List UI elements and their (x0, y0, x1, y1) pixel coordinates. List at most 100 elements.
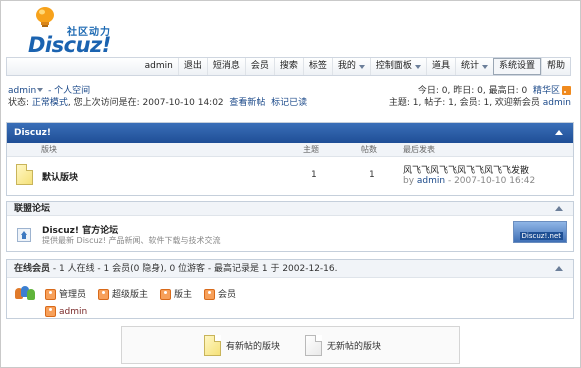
union-header: 联盟论坛 (7, 202, 573, 216)
yesterday-label: , 昨日: (447, 86, 478, 96)
nav-item[interactable]: 会员 (244, 58, 274, 75)
chevron-down-icon[interactable] (414, 64, 421, 69)
nav-item-label: 短消息 (212, 61, 240, 71)
group-legend: 管理员 超级版主 版主 会员 (15, 286, 236, 300)
status-line: 状态: 正常模式, 您上次访问是在: 2007-10-10 14:02 查看新帖… (8, 97, 307, 109)
max-label: , 最高日: (482, 86, 522, 96)
nav-item[interactable]: admin (140, 58, 178, 75)
username-link[interactable]: admin (8, 86, 36, 96)
legend-nonew: 无新帖的版块 (305, 335, 381, 356)
union-forum-desc: 提供最新 Discuz! 产品新闻、软件下载与技术交流 (42, 236, 221, 245)
nav-item[interactable]: 退出 (177, 58, 207, 75)
nav-item[interactable]: 标签 (302, 58, 332, 75)
digest-link[interactable]: 精华区 (533, 86, 560, 96)
mod-group-icon (160, 288, 172, 300)
collapse-icon[interactable] (555, 130, 563, 135)
nav-item-label: 标签 (308, 61, 327, 71)
new-posts-icon (204, 335, 221, 356)
nav-item-label: 帮助 (546, 61, 565, 71)
newest-member-link[interactable]: admin (543, 98, 571, 108)
online-header: 在线会员 - 1 人在线 - 1 会员(0 隐身), 0 位游客 - 最高记录是… (7, 260, 573, 278)
group-member: 会员 (218, 289, 237, 300)
stats-line-1: 今日: 0, 昨日: 0, 最高日: 0 精华区 (389, 85, 571, 97)
members-label: , 会员: (453, 98, 484, 108)
chevron-down-icon[interactable] (358, 64, 365, 69)
online-title: 在线会员 (14, 264, 51, 274)
icon-legend: 有新帖的版块 无新帖的版块 (121, 326, 460, 364)
nav-item-label: 搜索 (279, 61, 298, 71)
legend-new: 有新帖的版块 (204, 335, 280, 356)
collapse-icon[interactable] (555, 266, 563, 271)
nav-item-label: 会员 (250, 61, 269, 71)
nav-item-label: 统计 (460, 61, 479, 71)
user-info: admin - 个人空间 状态: 正常模式, 您上次访问是在: 2007-10-… (8, 85, 307, 109)
last-post-meta: by admin - 2007-10-10 16:42 (403, 176, 535, 186)
nav-item[interactable]: 搜索 (273, 58, 303, 75)
online-summary: - 1 人在线 - 1 会员(0 隐身), 0 位游客 - 最高记录是 1 于 … (50, 264, 338, 274)
mode-link[interactable]: 正常模式 (32, 98, 68, 108)
member-group-icon (204, 288, 216, 300)
group-admin: 管理员 (59, 289, 87, 300)
nav-item[interactable]: 短消息 (206, 58, 245, 75)
rss-icon[interactable] (562, 86, 571, 95)
group-mod: 版主 (174, 289, 193, 300)
online-user-link[interactable]: admin (59, 307, 87, 317)
logo-wordmark: Discuz! (28, 33, 111, 57)
status-prefix: 状态: (8, 98, 32, 108)
stats-line-2: 主题: 1, 帖子: 1, 会员: 1, 欢迎新会员 admin (389, 97, 571, 109)
online-members: 在线会员 - 1 人在线 - 1 会员(0 隐身), 0 位游客 - 最高记录是… (6, 259, 574, 319)
nav-item-label: 我的 (337, 61, 356, 71)
union-title: 联盟论坛 (14, 204, 51, 214)
threads-label: 主题: (388, 98, 413, 108)
online-user-item: admin (45, 306, 87, 317)
nav-item[interactable]: 我的 (331, 58, 370, 75)
category-title[interactable]: Discuz! (14, 128, 51, 138)
nav-item[interactable]: 控制面板 (369, 58, 426, 75)
nav-item[interactable]: 统计 (454, 58, 493, 75)
category-header: Discuz! (7, 123, 573, 143)
no-new-posts-icon (305, 335, 322, 356)
nav-item-label: 控制面板 (375, 61, 412, 71)
posts-label: , 帖子: (418, 98, 449, 108)
last-post-time: - 2007-10-10 16:42 (445, 176, 536, 186)
mark-read-link[interactable]: 标记已读 (271, 98, 307, 108)
group-supermod: 超级版主 (112, 289, 149, 300)
last-visit-text: , 您上次访问是在: (67, 98, 143, 108)
column-threads: 主题 (303, 145, 319, 154)
new-posts-forum-icon (16, 164, 33, 185)
union-forums: 联盟论坛 Discuz! 官方论坛 提供最新 Discuz! 产品新闻、软件下载… (6, 201, 574, 252)
nav-item-label: 系统设置 (498, 61, 535, 71)
nav-item-label: admin (144, 61, 173, 71)
lightbulb-icon (36, 7, 54, 27)
max-count: 0 (521, 86, 528, 96)
nav-item-label: 道具 (431, 61, 450, 71)
forum-posts: 1 (369, 170, 375, 180)
discuz-logo[interactable]: 社区动力 Discuz! (28, 6, 148, 57)
personal-space-link[interactable]: - 个人空间 (48, 86, 90, 96)
last-post-title-link[interactable]: 风飞飞风飞飞风飞飞风飞飞发散 (403, 163, 529, 176)
nav-item[interactable]: 帮助 (540, 58, 570, 75)
nav-item[interactable]: 道具 (425, 58, 455, 75)
chevron-down-icon[interactable] (481, 64, 488, 69)
forum-threads: 1 (311, 170, 317, 180)
forum-name-link[interactable]: 默认版块 (42, 170, 78, 183)
column-forum: 版块 (41, 145, 57, 154)
column-headers: 版块 主题 帖数 最后发表 (7, 143, 573, 157)
home-icon (17, 228, 31, 242)
collapse-icon[interactable] (555, 206, 563, 211)
view-new-posts-link[interactable]: 查看新帖 (229, 98, 265, 108)
supermod-group-icon (98, 288, 110, 300)
user-line: admin - 个人空间 (8, 85, 307, 97)
last-post-author-link[interactable]: admin (417, 176, 445, 186)
forum-stats: 今日: 0, 昨日: 0, 最高日: 0 精华区 主题: 1, 帖子: 1, 会… (389, 85, 571, 109)
top-navigation-bar: admin 退出 短消息 会员 搜索 标签 我的 控制面板 道具 统计 系统设置 帮助 (6, 57, 571, 76)
column-last-post: 最后发表 (403, 145, 435, 154)
nav-item-label: 退出 (183, 61, 202, 71)
union-banner[interactable]: Discuz!.net (513, 221, 567, 243)
today-label: 今日: (417, 86, 442, 96)
chevron-down-icon[interactable] (37, 88, 44, 92)
legend-nonew-label: 无新帖的版块 (327, 342, 382, 352)
nav-item[interactable]: 系统设置 (492, 58, 541, 75)
welcome-label: , 欢迎新会员 (489, 98, 543, 108)
admin-group-icon (45, 288, 56, 300)
